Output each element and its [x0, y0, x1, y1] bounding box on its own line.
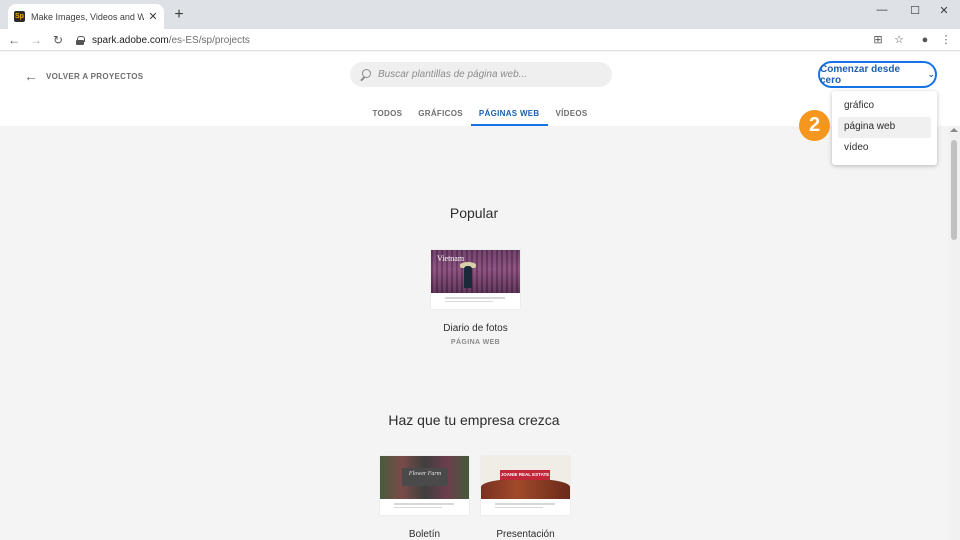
- reload-icon[interactable]: ↻: [50, 32, 66, 48]
- thumbnail-title: Vietnam: [437, 254, 465, 263]
- template-card-presentation[interactable]: JOANIE REAL ESTATE Presentación: [481, 456, 570, 540]
- close-window-icon[interactable]: ✕: [934, 4, 954, 17]
- browser-toolbar: ← → ↻ spark.adobe.com/es-ES/sp/projects …: [0, 29, 960, 51]
- template-thumbnail[interactable]: Vietnam: [431, 250, 520, 309]
- template-name: Diario de fotos: [443, 323, 508, 334]
- thumbnail-hero: Vietnam: [431, 250, 520, 293]
- thumbnail-text-lines: [445, 297, 505, 304]
- translate-icon[interactable]: ⊞: [870, 32, 886, 48]
- chevron-down-icon: ⌄: [927, 69, 935, 79]
- back-to-projects-link[interactable]: ← VOLVER A PROYECTOS: [24, 68, 143, 84]
- scroll-up-icon[interactable]: [950, 128, 958, 132]
- minimize-icon[interactable]: —: [872, 4, 892, 16]
- start-from-scratch-label: Comenzar desde cero: [820, 63, 901, 86]
- template-thumbnail[interactable]: JOANIE REAL ESTATE: [481, 456, 570, 515]
- start-from-scratch-button[interactable]: Comenzar desde cero ⌄: [818, 61, 937, 88]
- template-card-photo-diary[interactable]: Vietnam Diario de fotos PÁGINA WEB: [431, 250, 520, 346]
- forward-icon[interactable]: →: [28, 32, 44, 48]
- back-icon[interactable]: ←: [6, 32, 22, 48]
- page-scrollbar[interactable]: [948, 126, 960, 540]
- tab-videos[interactable]: VÍDEOS: [548, 100, 596, 126]
- tab-all[interactable]: TODOS: [364, 100, 410, 126]
- browser-tab[interactable]: Sp Make Images, Videos and Web S ✕: [8, 4, 164, 29]
- start-from-scratch-menu: gráfico página web vídeo: [832, 91, 937, 165]
- tab-title: Make Images, Videos and Web S: [31, 11, 144, 22]
- account-icon[interactable]: ●: [917, 32, 933, 48]
- tab-graphics[interactable]: GRÁFICOS: [410, 100, 471, 126]
- new-tab-icon[interactable]: +: [171, 7, 187, 23]
- thumbnail-hero: Flower Farm: [380, 456, 469, 499]
- close-tab-icon[interactable]: ✕: [148, 10, 158, 23]
- search-input[interactable]: [378, 69, 598, 80]
- templates-content: Popular Vietnam Diario de fotos PÁGINA W…: [0, 126, 948, 540]
- template-thumbnail[interactable]: Flower Farm: [380, 456, 469, 515]
- menu-item-graphic[interactable]: gráfico: [838, 96, 931, 117]
- template-type: PÁGINA WEB: [450, 339, 501, 346]
- browser-tabstrip: Sp Make Images, Videos and Web S ✕ + — ☐…: [0, 0, 960, 29]
- url-host: spark.adobe.com: [92, 34, 169, 46]
- thumbnail-title: JOANIE REAL ESTATE: [500, 472, 550, 477]
- template-card-newsletter[interactable]: Flower Farm Boletín: [380, 456, 469, 540]
- arrow-left-icon: ←: [24, 68, 38, 84]
- back-link-label: VOLVER A PROYECTOS: [46, 71, 144, 81]
- step-badge: 2: [799, 110, 830, 141]
- thumbnail-figure: [464, 266, 472, 288]
- maximize-icon[interactable]: ☐: [905, 4, 925, 17]
- thumbnail-hero: JOANIE REAL ESTATE: [481, 456, 570, 499]
- menu-item-video[interactable]: vídeo: [838, 138, 931, 159]
- search-icon: [360, 69, 371, 80]
- thumbnail-text-lines: [394, 503, 454, 510]
- url-path: /es-ES/sp/projects: [168, 34, 250, 46]
- address-bar[interactable]: spark.adobe.com/es-ES/sp/projects: [70, 31, 860, 49]
- thumbnail-text-lines: [495, 503, 555, 510]
- tab-web-pages[interactable]: PÁGINAS WEB: [470, 100, 548, 126]
- section-title-popular: Popular: [449, 205, 499, 221]
- lock-icon[interactable]: [76, 35, 85, 45]
- star-icon[interactable]: ☆: [891, 32, 907, 48]
- template-name: Presentación: [496, 529, 555, 540]
- thumbnail-plant: [481, 479, 570, 499]
- spark-favicon-icon: Sp: [14, 11, 25, 22]
- url-text: spark.adobe.com/es-ES/sp/projects: [92, 35, 250, 46]
- menu-icon[interactable]: ⋮: [938, 32, 954, 48]
- template-name: Boletín: [408, 529, 441, 540]
- menu-item-web-page[interactable]: página web: [838, 117, 931, 138]
- section-title-business: Haz que tu empresa crezca: [388, 412, 560, 428]
- template-search[interactable]: [350, 62, 612, 87]
- scrollbar-thumb[interactable]: [951, 140, 957, 240]
- thumbnail-title: Flower Farm: [408, 471, 442, 477]
